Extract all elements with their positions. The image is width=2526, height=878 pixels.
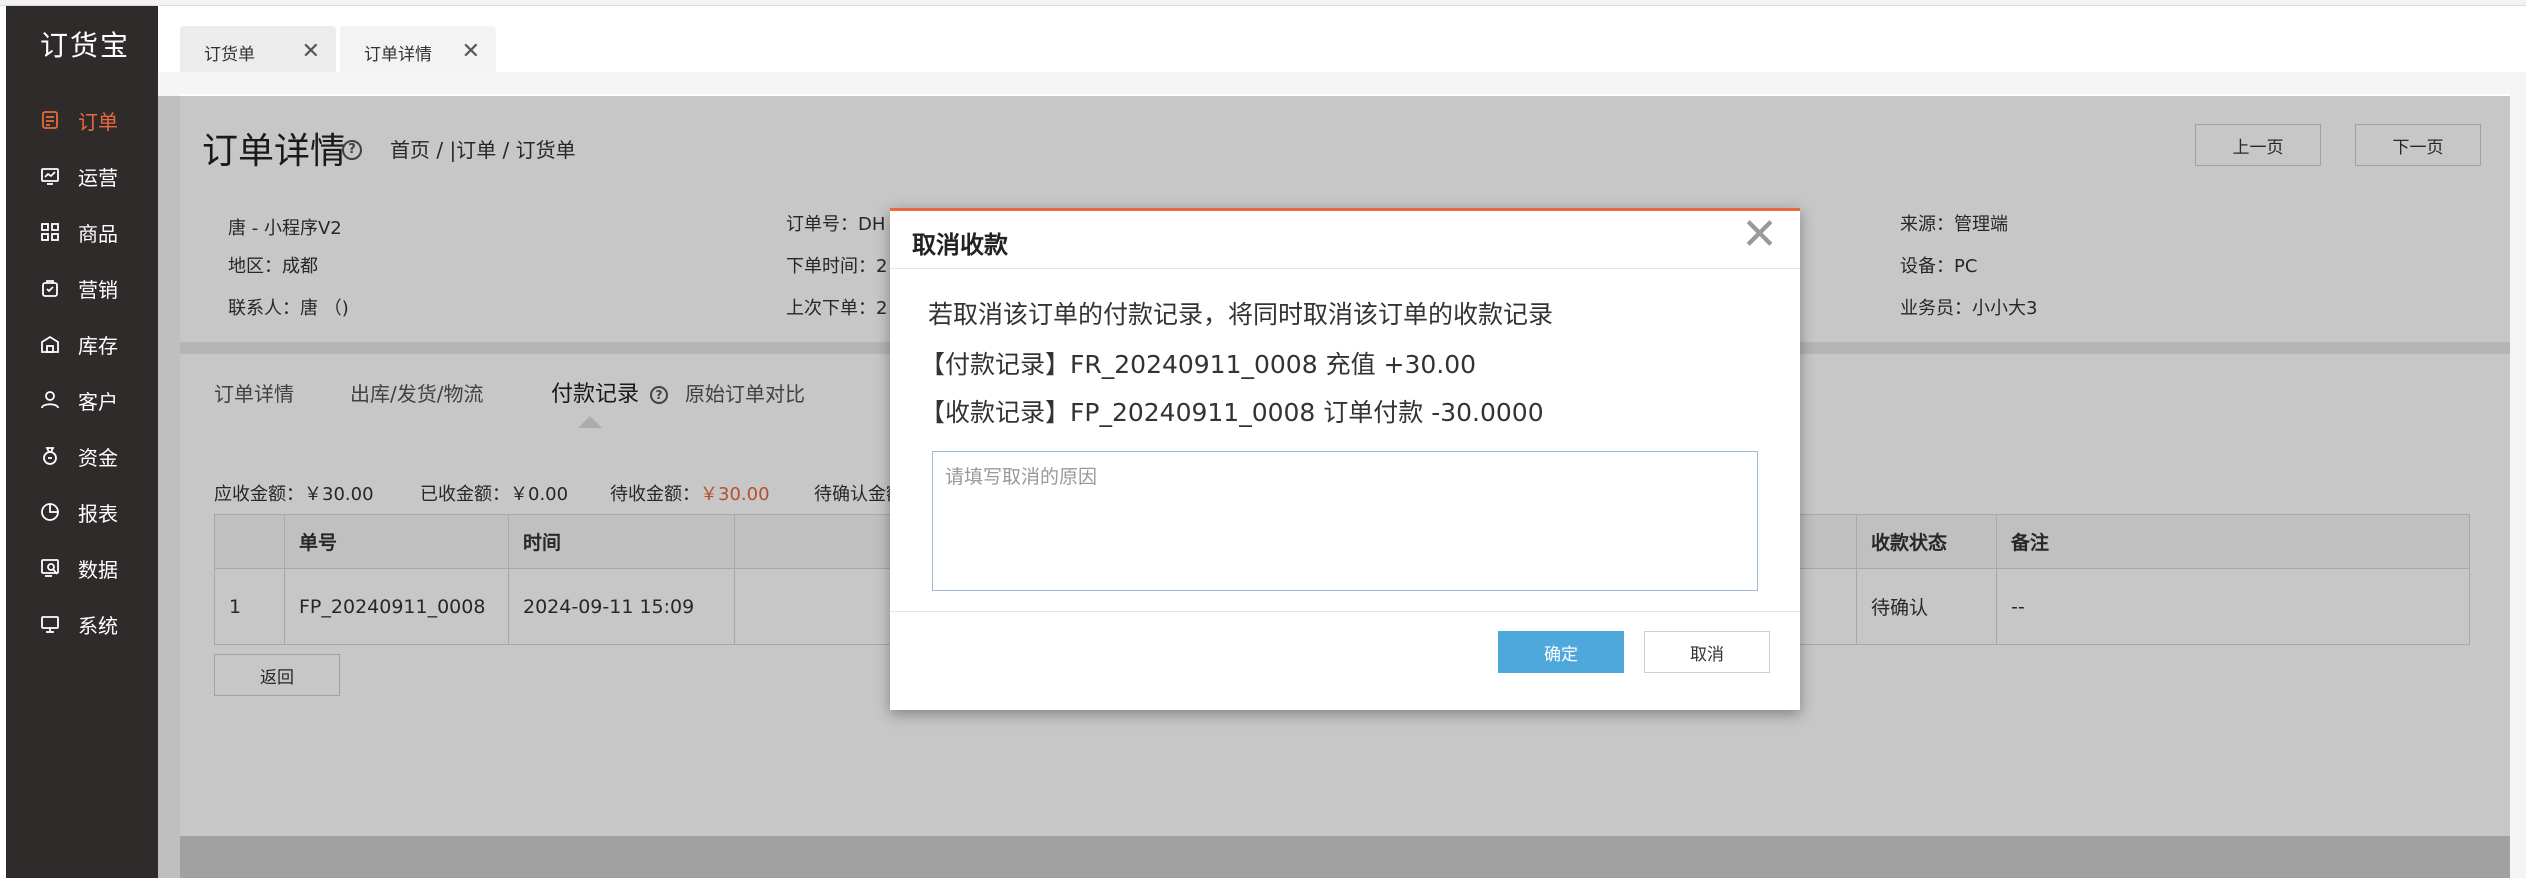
sidebar-item-product[interactable]: 商品 <box>6 212 158 252</box>
report-pie-icon <box>40 502 60 522</box>
sidebar-item-label: 营销 <box>78 277 118 302</box>
marketing-bag-icon <box>40 278 60 298</box>
system-monitor-icon <box>40 614 60 634</box>
product-grid-icon <box>40 222 60 242</box>
sidebar-item-label: 订单 <box>78 109 118 134</box>
sidebar-item-label: 资金 <box>78 445 118 470</box>
close-icon[interactable]: ✕ <box>462 39 480 64</box>
tab-bar: 订货单 ✕ 订单详情 ✕ <box>158 6 2526 78</box>
sidebar-item-label: 报表 <box>78 501 118 526</box>
tab-label: 订单详情 <box>364 44 432 65</box>
sidebar-item-label: 数据 <box>78 557 118 582</box>
tab-order-detail[interactable]: 订单详情 ✕ <box>340 26 496 78</box>
sidebar: 订货宝 订单 运营 商品 营销 库存 客户 资金 报表 数据 系统 <box>6 6 158 878</box>
sidebar-item-label: 客户 <box>78 389 118 414</box>
app-logo: 订货宝 <box>40 29 131 62</box>
sidebar-item-label: 商品 <box>78 221 118 246</box>
cancel-receipt-dialog: 取消收款 ✕ 若取消该订单的付款记录，将同时取消该订单的收款记录 【付款记录】F… <box>890 208 1800 710</box>
sidebar-item-inventory[interactable]: 库存 <box>6 324 158 364</box>
sidebar-item-operation[interactable]: 运营 <box>6 156 158 196</box>
sidebar-item-report[interactable]: 报表 <box>6 492 158 532</box>
dialog-title: 取消收款 <box>912 231 1008 259</box>
cancel-reason-input[interactable] <box>932 451 1758 591</box>
money-bag-icon <box>40 446 60 466</box>
sidebar-item-data[interactable]: 数据 <box>6 548 158 588</box>
warehouse-icon <box>40 334 60 354</box>
sidebar-item-order[interactable]: 订单 <box>6 100 158 140</box>
customer-user-icon <box>40 390 60 410</box>
receipt-record-line: 【收款记录】FP_20240911_0008 订单付款 -30.0000 <box>920 398 1544 427</box>
sidebar-item-funds[interactable]: 资金 <box>6 436 158 476</box>
tab-order-list[interactable]: 订货单 ✕ <box>180 26 336 78</box>
sidebar-item-label: 库存 <box>78 333 118 358</box>
data-search-icon <box>40 558 60 578</box>
dialog-header: 取消收款 ✕ <box>890 211 1800 269</box>
dialog-message: 若取消该订单的付款记录，将同时取消该订单的收款记录 <box>928 300 1554 329</box>
tab-label: 订货单 <box>204 44 255 65</box>
confirm-button[interactable]: 确定 <box>1498 631 1624 673</box>
dialog-footer-divider <box>890 611 1800 612</box>
close-icon[interactable]: ✕ <box>302 39 320 64</box>
payment-record-line: 【付款记录】FR_20240911_0008 充值 +30.00 <box>920 350 1477 379</box>
sidebar-item-label: 运营 <box>78 165 118 190</box>
sidebar-item-system[interactable]: 系统 <box>6 604 158 644</box>
close-icon[interactable]: ✕ <box>1741 213 1778 257</box>
cancel-button[interactable]: 取消 <box>1644 631 1770 673</box>
order-doc-icon <box>40 110 60 130</box>
operation-chart-icon <box>40 166 60 186</box>
sidebar-item-customer[interactable]: 客户 <box>6 380 158 420</box>
sidebar-item-label: 系统 <box>78 613 118 638</box>
sidebar-item-marketing[interactable]: 营销 <box>6 268 158 308</box>
